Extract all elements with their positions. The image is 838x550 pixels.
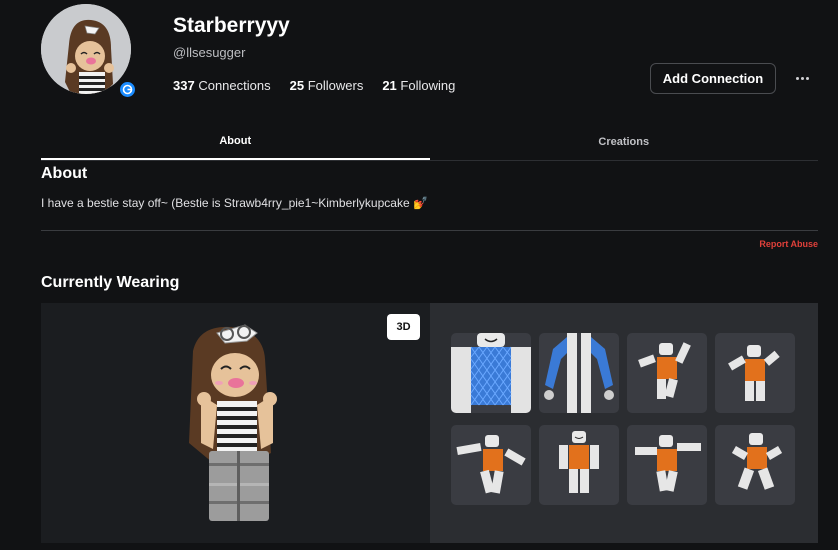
animation-pose-4[interactable] (539, 425, 619, 505)
profile-tabs: About Creations (41, 124, 818, 161)
ellipsis-icon[interactable] (790, 68, 814, 88)
animation-pose-1[interactable] (627, 333, 707, 413)
avatar-full-body (189, 324, 277, 521)
animation-pose-3[interactable] (451, 425, 531, 505)
tab-creations[interactable]: Creations (430, 124, 819, 160)
username: @llsesugger (173, 45, 246, 60)
avatar-3d-viewer[interactable]: 3D (41, 303, 430, 543)
stat-count: 25 (289, 78, 305, 93)
profile-stats: 337 Connections 25 Followers 21 Followin… (173, 78, 455, 93)
stat-followers[interactable]: 25 Followers (290, 78, 364, 93)
stat-count: 337 (173, 78, 195, 93)
stat-label: Connections (198, 78, 271, 93)
stat-count: 21 (382, 78, 397, 93)
stat-connections[interactable]: 337 Connections (173, 78, 271, 93)
add-connection-button[interactable]: Add Connection (650, 63, 776, 94)
striped-shirt-item[interactable] (451, 333, 531, 413)
animation-pose-6[interactable] (715, 425, 795, 505)
report-abuse-link[interactable]: Report Abuse (759, 239, 818, 249)
profile-avatar[interactable] (41, 4, 138, 100)
game-controller-icon[interactable] (117, 79, 138, 100)
divider (41, 230, 818, 231)
animation-pose-2[interactable] (715, 333, 795, 413)
tab-about[interactable]: About (41, 124, 430, 160)
avatar-headshot (41, 4, 131, 94)
about-description: I have a bestie stay off~ (Bestie is Str… (41, 196, 428, 210)
stat-label: Followers (307, 78, 364, 93)
animation-pose-5[interactable] (627, 425, 707, 505)
stat-following[interactable]: 21 Following (382, 78, 455, 93)
display-name: Starberryyy (173, 14, 290, 37)
profile-header: Starberryyy @llsesugger 337 Connections … (0, 0, 838, 125)
blue-sleeves-item[interactable] (539, 333, 619, 413)
currently-wearing-heading: Currently Wearing (41, 274, 180, 291)
worn-items-grid (430, 303, 818, 543)
about-heading: About (41, 165, 88, 182)
view-3d-toggle[interactable]: 3D (387, 314, 420, 340)
stat-label: Following (400, 78, 456, 93)
